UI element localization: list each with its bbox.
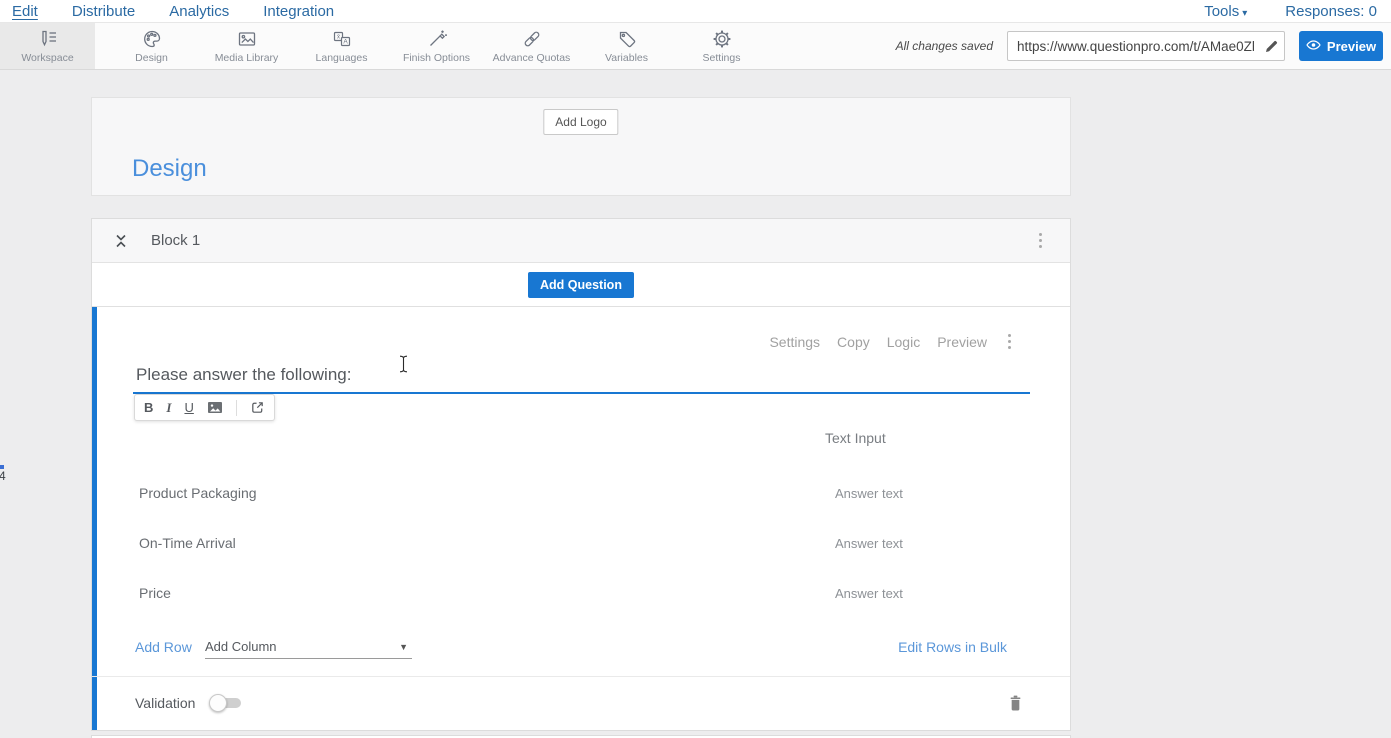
row-column-controls: Add Row Add Column ▼ Edit Rows in Bulk bbox=[92, 637, 1070, 659]
add-row-link[interactable]: Add Row bbox=[135, 639, 192, 655]
table-row: On-Time Arrival Answer text bbox=[92, 518, 1070, 568]
toolbar-item-settings[interactable]: Settings bbox=[674, 23, 769, 69]
svg-text:x̄: x̄ bbox=[337, 35, 340, 41]
validation-control: Validation bbox=[135, 695, 243, 711]
question-preview-link[interactable]: Preview bbox=[937, 334, 987, 350]
dropdown-arrow-icon: ▼ bbox=[399, 642, 408, 652]
block-menu-kebab-icon[interactable] bbox=[1035, 229, 1046, 252]
magic-wand-icon bbox=[426, 28, 448, 50]
nav-item-edit[interactable]: Edit bbox=[12, 3, 38, 20]
survey-url-field bbox=[1007, 31, 1285, 61]
edit-rows-in-bulk-link[interactable]: Edit Rows in Bulk bbox=[898, 639, 1007, 655]
nav-item-distribute[interactable]: Distribute bbox=[72, 3, 135, 20]
text-format-toolbar: B I U bbox=[134, 394, 275, 421]
preview-button[interactable]: Preview bbox=[1299, 31, 1383, 61]
block-title: Block 1 bbox=[151, 232, 200, 249]
toolbar-item-variables[interactable]: Variables bbox=[579, 23, 674, 69]
nav-item-integration[interactable]: Integration bbox=[263, 3, 334, 20]
answer-text-input[interactable]: Answer text bbox=[835, 586, 903, 601]
tools-menu[interactable]: Tools▾ bbox=[1204, 3, 1247, 20]
toolbar-item-workspace[interactable]: Workspace bbox=[0, 23, 95, 69]
top-nav: Edit Distribute Analytics Integration To… bbox=[0, 0, 1391, 22]
row-label[interactable]: Price bbox=[139, 585, 171, 601]
clipped-question-number: 4 bbox=[0, 465, 9, 483]
table-row: Price Answer text bbox=[92, 568, 1070, 618]
add-logo-button[interactable]: Add Logo bbox=[543, 109, 618, 135]
responses-link[interactable]: Responses: 0 bbox=[1285, 3, 1377, 20]
question-card: Settings Copy Logic Preview Please answe… bbox=[92, 307, 1070, 730]
add-question-strip: Add Question bbox=[92, 263, 1070, 307]
toolbar-item-finish-options[interactable]: Finish Options bbox=[389, 23, 484, 69]
answer-text-input[interactable]: Answer text bbox=[835, 536, 903, 551]
open-in-new-button[interactable] bbox=[250, 400, 265, 415]
row-label[interactable]: Product Packaging bbox=[139, 485, 257, 501]
delete-question-trash-icon[interactable] bbox=[1008, 694, 1023, 717]
question-settings-link[interactable]: Settings bbox=[769, 334, 820, 350]
design-title[interactable]: Design bbox=[132, 155, 207, 183]
add-question-button[interactable]: Add Question bbox=[528, 272, 634, 298]
survey-url-input[interactable] bbox=[1008, 39, 1258, 54]
translate-icon: x̄ A bbox=[331, 28, 353, 50]
toolbar-item-design[interactable]: Design bbox=[104, 23, 199, 69]
caret-down-icon: ▾ bbox=[1242, 8, 1247, 19]
block-card: Block 1 Add Question Settings Copy Logic… bbox=[91, 218, 1071, 731]
palette-icon bbox=[141, 28, 163, 50]
save-status: All changes saved bbox=[896, 39, 993, 53]
question-footer-divider bbox=[92, 676, 1070, 677]
toolbar-item-media-library[interactable]: Media Library bbox=[199, 23, 294, 69]
editor-toolbar: Workspace Design Media Library x̄ A bbox=[0, 22, 1391, 70]
toolbar-item-advance-quotas[interactable]: Advance Quotas bbox=[484, 23, 579, 69]
design-header-card: Add Logo Design bbox=[91, 97, 1071, 196]
row-label[interactable]: On-Time Arrival bbox=[139, 535, 236, 551]
validation-label: Validation bbox=[135, 695, 195, 711]
svg-text:A: A bbox=[343, 39, 348, 46]
validation-toggle[interactable] bbox=[209, 696, 243, 710]
image-icon bbox=[236, 28, 258, 50]
column-header-text-input: Text Input bbox=[825, 430, 886, 446]
text-cursor-pointer bbox=[398, 355, 409, 378]
collapse-block-icon[interactable] bbox=[113, 232, 129, 250]
block-header: Block 1 bbox=[92, 219, 1070, 263]
nav-item-analytics[interactable]: Analytics bbox=[169, 3, 229, 20]
chain-link-icon bbox=[521, 28, 543, 50]
toolbar-separator bbox=[236, 400, 237, 416]
matrix-rows: Product Packaging Answer text On-Time Ar… bbox=[92, 468, 1070, 618]
insert-image-button[interactable] bbox=[207, 401, 223, 414]
eye-icon bbox=[1306, 39, 1321, 54]
toolbar-item-languages[interactable]: x̄ A Languages bbox=[294, 23, 389, 69]
add-column-dropdown[interactable]: Add Column ▼ bbox=[205, 637, 412, 659]
workspace-icon bbox=[37, 28, 59, 50]
edit-url-pencil-icon[interactable] bbox=[1258, 39, 1284, 54]
tag-icon bbox=[616, 28, 638, 50]
question-menu-kebab-icon[interactable] bbox=[1004, 330, 1015, 353]
italic-button[interactable]: I bbox=[166, 401, 171, 414]
question-title-input[interactable]: Please answer the following: bbox=[136, 365, 351, 385]
underline-button[interactable]: U bbox=[184, 401, 193, 414]
answer-text-input[interactable]: Answer text bbox=[835, 486, 903, 501]
gear-icon bbox=[711, 28, 733, 50]
table-row: Product Packaging Answer text bbox=[92, 468, 1070, 518]
survey-editor-canvas: 4 Add Logo Design Block 1 Add Question bbox=[0, 97, 1391, 738]
question-logic-link[interactable]: Logic bbox=[887, 334, 920, 350]
question-actions: Settings Copy Logic Preview bbox=[769, 330, 1015, 353]
bold-button[interactable]: B bbox=[144, 401, 153, 414]
question-copy-link[interactable]: Copy bbox=[837, 334, 870, 350]
